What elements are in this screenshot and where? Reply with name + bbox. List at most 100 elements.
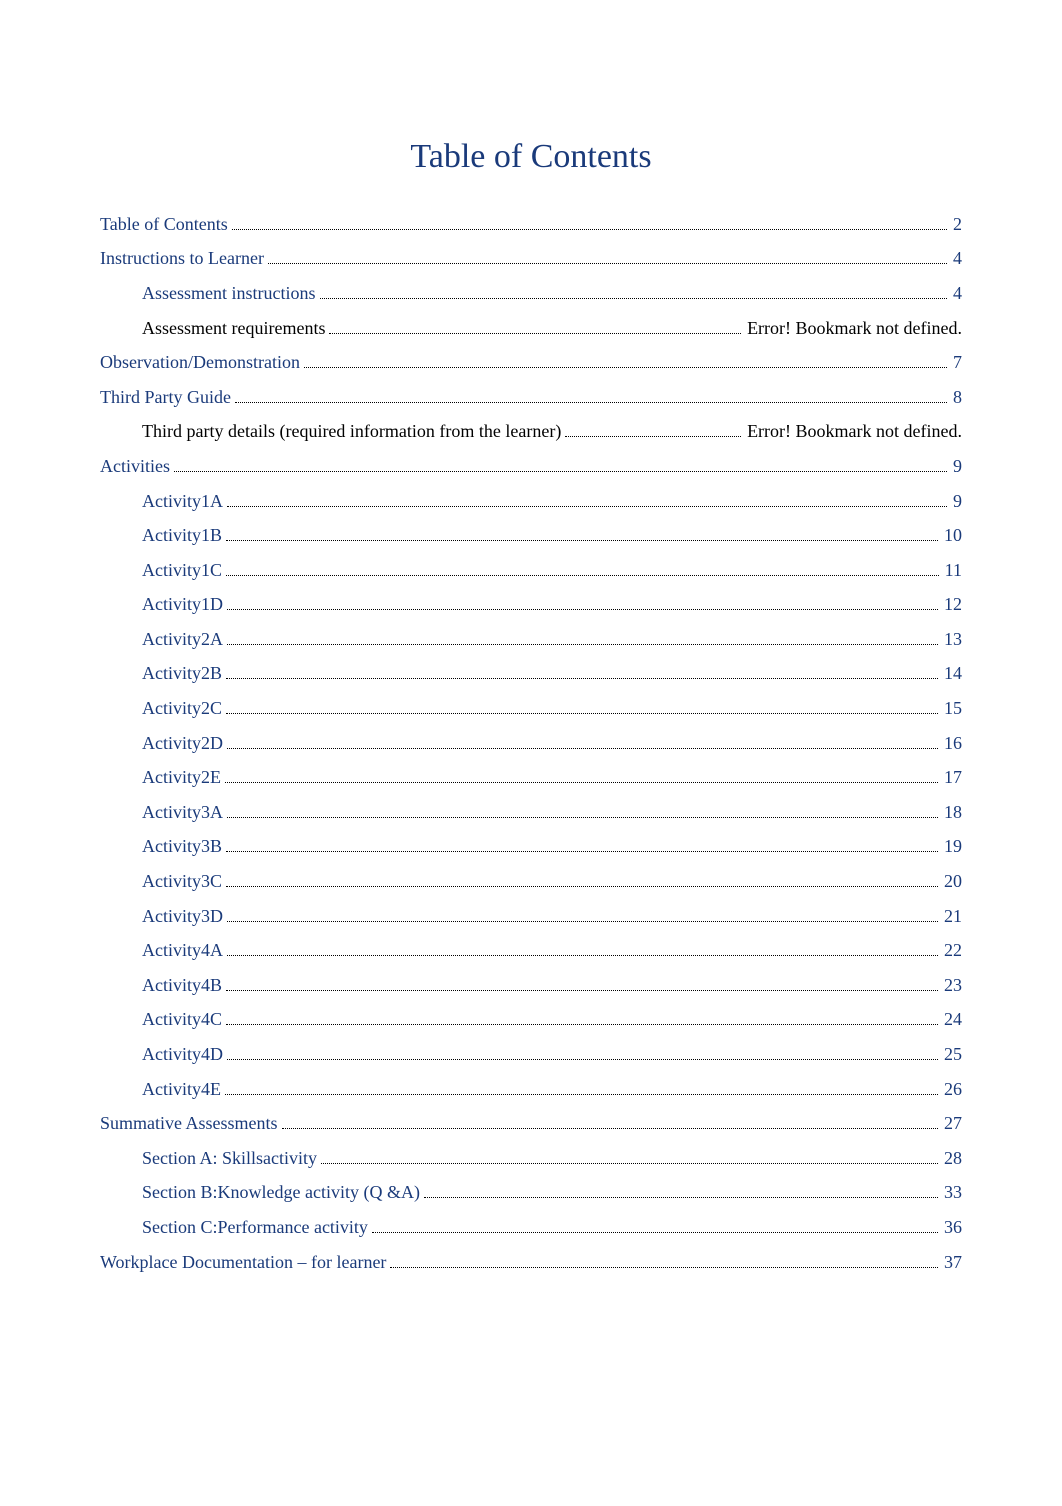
toc-entry-label[interactable]: Instructions to Learner: [100, 248, 264, 270]
toc-entry-page[interactable]: 28: [942, 1148, 962, 1170]
toc-entry-label[interactable]: Activity4D: [142, 1044, 223, 1066]
toc-entry-page[interactable]: 9: [951, 491, 962, 513]
toc-entry[interactable]: Activity1A 9: [100, 491, 962, 513]
toc-entry[interactable]: Activities 9: [100, 456, 962, 478]
toc-entry-label[interactable]: Activity2A: [142, 629, 223, 651]
toc-entry[interactable]: Activity2B 14: [100, 663, 962, 685]
toc-entry-label[interactable]: Activity1D: [142, 594, 223, 616]
toc-entry-page[interactable]: 8: [951, 387, 962, 409]
toc-entry-page[interactable]: 21: [942, 906, 962, 928]
toc-entry-label[interactable]: Activity1C: [142, 560, 222, 582]
toc-entry-page[interactable]: 4: [951, 248, 962, 270]
toc-entry[interactable]: Activity4D 25: [100, 1044, 962, 1066]
toc-entry-page[interactable]: 16: [942, 733, 962, 755]
toc-entry-page[interactable]: 20: [942, 871, 962, 893]
toc-entry-label[interactable]: Activity2D: [142, 733, 223, 755]
toc-entry-page[interactable]: 10: [942, 525, 962, 547]
toc-leader-dots: [226, 529, 938, 541]
toc-entry-label[interactable]: Section B:Knowledge activity (Q &A): [142, 1182, 420, 1204]
toc-entry-label[interactable]: Activity3D: [142, 906, 223, 928]
toc-entry-page[interactable]: 22: [942, 940, 962, 962]
toc-entry-page[interactable]: 11: [943, 560, 962, 582]
toc-entry-page[interactable]: 23: [942, 975, 962, 997]
toc-leader-dots: [225, 1083, 938, 1095]
toc-entry-label[interactable]: Summative Assessments: [100, 1113, 278, 1135]
toc-entry-page[interactable]: 12: [942, 594, 962, 616]
toc-entry[interactable]: Section B:Knowledge activity (Q &A) 33: [100, 1182, 962, 1204]
toc-entry-page: Error! Bookmark not defined.: [745, 421, 962, 443]
toc-leader-dots: [226, 1014, 938, 1026]
toc-entry[interactable]: Activity3B 19: [100, 836, 962, 858]
toc-entry[interactable]: Activity3D 21: [100, 906, 962, 928]
toc-entry-page[interactable]: 33: [942, 1182, 962, 1204]
toc-entry[interactable]: Table of Contents 2: [100, 214, 962, 236]
toc-entry-page[interactable]: 17: [942, 767, 962, 789]
toc-entry[interactable]: Activity4C 24: [100, 1009, 962, 1031]
toc-entry-label[interactable]: Table of Contents: [100, 214, 228, 236]
toc-entry-label[interactable]: Activity4A: [142, 940, 223, 962]
toc-entry-label[interactable]: Section A: Skillsactivity: [142, 1148, 317, 1170]
toc-entry-label[interactable]: Activity3A: [142, 802, 223, 824]
toc-entry[interactable]: Activity4A 22: [100, 940, 962, 962]
toc-entry-label[interactable]: Activity4B: [142, 975, 222, 997]
toc-entry[interactable]: Activity1C 11: [100, 560, 962, 582]
toc-entry[interactable]: Activity2E 17: [100, 767, 962, 789]
toc-entry[interactable]: Activity2A 13: [100, 629, 962, 651]
toc-entry[interactable]: Activity1B 10: [100, 525, 962, 547]
toc-entry[interactable]: Instructions to Learner 4: [100, 248, 962, 270]
toc-entry-page[interactable]: 27: [942, 1113, 962, 1135]
toc-entry-page[interactable]: 2: [951, 214, 962, 236]
toc-entry[interactable]: Activity4B 23: [100, 975, 962, 997]
toc-entry[interactable]: Activity2D 16: [100, 733, 962, 755]
toc-entry-label[interactable]: Activity1A: [142, 491, 223, 513]
toc-entry-page[interactable]: 15: [942, 698, 962, 720]
toc-entry-label[interactable]: Workplace Documentation – for learner: [100, 1252, 386, 1274]
toc-entry-page[interactable]: 36: [942, 1217, 962, 1239]
toc-entry-label[interactable]: Activity3B: [142, 836, 222, 858]
toc-entry-label[interactable]: Activity2B: [142, 663, 222, 685]
toc-entry: Third party details (required informatio…: [100, 421, 962, 443]
toc-entry-label[interactable]: Activity3C: [142, 871, 222, 893]
toc-entry-label[interactable]: Activity2E: [142, 767, 221, 789]
toc-leader-dots: [282, 1117, 938, 1129]
toc-entry[interactable]: Activity1D 12: [100, 594, 962, 616]
toc-leader-dots: [227, 633, 938, 645]
toc-entry-page[interactable]: 7: [951, 352, 962, 374]
toc-entry-label[interactable]: Activity2C: [142, 698, 222, 720]
toc-entry[interactable]: Workplace Documentation – for learner 37: [100, 1252, 962, 1274]
toc-leader-dots: [235, 391, 947, 403]
toc-leader-dots: [227, 599, 938, 611]
toc-entry-label[interactable]: Observation/Demonstration: [100, 352, 300, 374]
toc-entry-label[interactable]: Activity4C: [142, 1009, 222, 1031]
toc-entry[interactable]: Activity2C 15: [100, 698, 962, 720]
toc-entry-page[interactable]: 14: [942, 663, 962, 685]
toc-entry[interactable]: Section A: Skillsactivity 28: [100, 1148, 962, 1170]
toc-entry-page[interactable]: 19: [942, 836, 962, 858]
toc-entry[interactable]: Observation/Demonstration 7: [100, 352, 962, 374]
toc-entry-label[interactable]: Assessment instructions: [142, 283, 316, 305]
toc-leader-dots: [226, 841, 938, 853]
toc-leader-dots: [226, 979, 938, 991]
toc-entry-page[interactable]: 24: [942, 1009, 962, 1031]
toc-entry-page[interactable]: 37: [942, 1252, 962, 1274]
toc-entry-page[interactable]: 18: [942, 802, 962, 824]
toc-entry[interactable]: Activity4E 26: [100, 1079, 962, 1101]
toc-leader-dots: [320, 287, 948, 299]
toc-entry[interactable]: Activity3C 20: [100, 871, 962, 893]
toc-entry-page[interactable]: 26: [942, 1079, 962, 1101]
toc-entry-label[interactable]: Activity1B: [142, 525, 222, 547]
toc-entry-label[interactable]: Third Party Guide: [100, 387, 231, 409]
toc-entry-page[interactable]: 9: [951, 456, 962, 478]
toc-entry-page[interactable]: 13: [942, 629, 962, 651]
toc-leader-dots: [227, 910, 938, 922]
toc-entry[interactable]: Summative Assessments 27: [100, 1113, 962, 1135]
toc-entry[interactable]: Assessment instructions 4: [100, 283, 962, 305]
toc-entry-page[interactable]: 25: [942, 1044, 962, 1066]
toc-entry-label[interactable]: Activities: [100, 456, 170, 478]
toc-entry[interactable]: Activity3A 18: [100, 802, 962, 824]
toc-entry[interactable]: Third Party Guide 8: [100, 387, 962, 409]
toc-entry-label[interactable]: Activity4E: [142, 1079, 221, 1101]
toc-entry-label[interactable]: Section C:Performance activity: [142, 1217, 368, 1239]
toc-entry[interactable]: Section C:Performance activity 36: [100, 1217, 962, 1239]
toc-entry-page[interactable]: 4: [951, 283, 962, 305]
